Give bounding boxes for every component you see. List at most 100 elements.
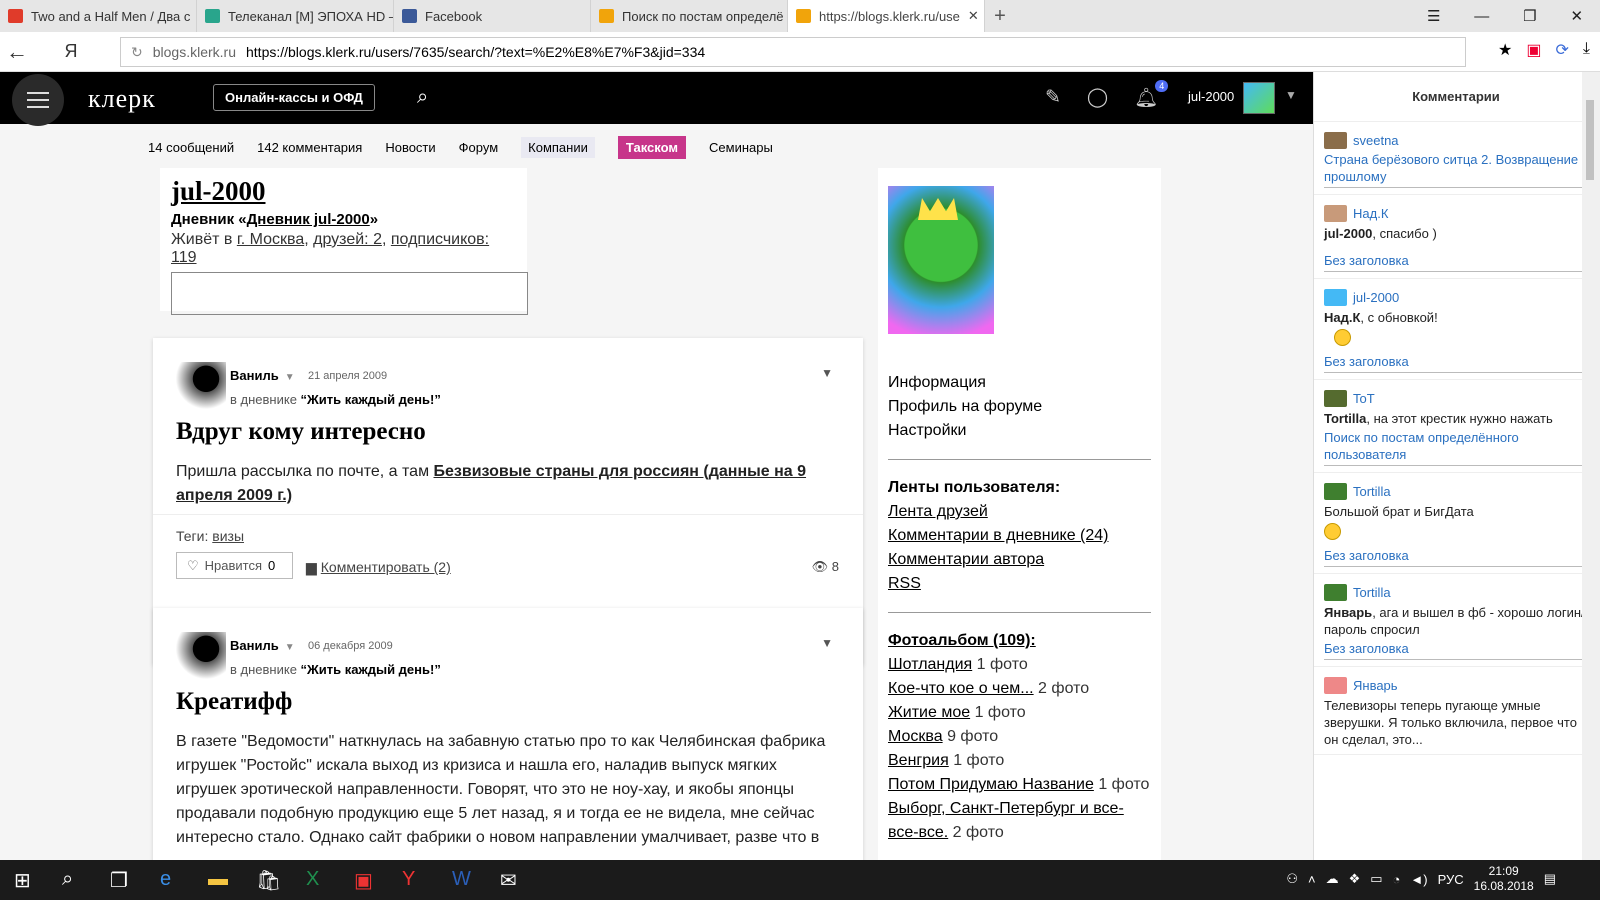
chevron-down-icon[interactable]: ▼ [1285,88,1297,102]
edge-icon[interactable]: e [160,868,171,891]
avatar[interactable] [1324,205,1347,222]
profile-photo[interactable] [888,186,994,334]
username[interactable]: jul-2000 [1188,89,1234,104]
chevron-up-icon[interactable]: ˄ [1308,872,1316,887]
post-menu-icon[interactable]: ▼ [821,366,833,380]
post-author[interactable]: Ваниль ▼ [230,368,295,383]
comment-user[interactable]: jul-2000 [1353,290,1399,305]
menu-icon[interactable]: ☰ [1427,7,1440,25]
clock[interactable]: 21:09 16.08.2018 [1474,864,1534,894]
minimize-icon[interactable]: — [1474,8,1489,25]
subnav-forum[interactable]: Форум [459,140,499,155]
chat-icon[interactable]: ◯ [1087,86,1108,110]
yandex-browser-icon[interactable]: Y [402,868,415,891]
windows-start-icon[interactable]: ⊞ [14,868,31,893]
subnav-taxcom[interactable]: Такском [617,136,687,159]
scrollbar-thumb[interactable] [1586,100,1594,180]
author-name[interactable]: Ваниль [230,368,279,383]
browser-tab[interactable]: Two and a Half Men / Два с [0,0,197,32]
sidebar-item-settings[interactable]: Настройки [888,419,1151,443]
excel-icon[interactable]: X [306,868,319,891]
browser-tab-active[interactable]: https://blogs.klerk.ru/use ✕ [788,0,985,32]
album-name[interactable]: Венгрия [888,752,949,769]
restore-icon[interactable]: ❐ [1523,7,1536,25]
subnav-companies[interactable]: Компании [521,137,595,158]
file-explorer-icon[interactable]: ▬ [208,868,228,891]
bell-icon[interactable]: 🔔︎ 4 [1134,80,1169,110]
feed-link[interactable]: Лента друзей [888,500,1151,524]
album-item[interactable]: Выборг, Санкт-Петербург и все-все-все. 2… [888,797,1151,845]
comment-link[interactable]: ▆ Комментировать (2) [306,559,451,576]
comment-post-link[interactable]: Без заголовка [1324,640,1588,660]
refresh-icon[interactable]: ↻ [131,44,143,61]
new-tab-button[interactable]: + [985,0,1015,32]
extension-icon[interactable]: ▣ [1526,40,1541,60]
avatar[interactable] [1324,584,1347,601]
feed-link-label[interactable]: Комментарии автора [888,551,1044,568]
album-item[interactable]: Кое-что кое о чем... 2 фото [888,677,1151,701]
gift-icon[interactable]: ▣ [354,868,373,893]
sidebar-item-forum-profile[interactable]: Профиль на форуме [888,395,1151,419]
album-name[interactable]: Потом Придумаю Название [888,776,1094,793]
sync-icon[interactable]: ⟳ [1556,40,1569,60]
album-name[interactable]: Шотландия [888,656,972,673]
browser-tab[interactable]: Facebook [394,0,591,32]
album-name[interactable]: Житие мое [888,704,970,721]
author-name[interactable]: Ваниль [230,638,279,653]
comment-user[interactable]: Январь [1353,678,1398,693]
feed-link[interactable]: Комментарии в дневнике (24) [888,524,1151,548]
comment-post-link[interactable]: Без заголовка [1324,353,1588,373]
chevron-down-icon[interactable]: ▼ [285,642,295,653]
profile-name[interactable]: jul-2000 [171,176,516,207]
store-icon[interactable]: 🛍︎ [256,868,281,893]
feed-link-label[interactable]: Лента друзей [888,503,988,520]
dropbox-icon[interactable]: ❖ [1349,871,1361,887]
mail-icon[interactable]: ✉ [500,868,517,893]
notification-center-icon[interactable]: ▤ [1544,871,1556,887]
scrollbar[interactable] [1582,72,1598,860]
city-link[interactable]: г. Москва [237,231,304,248]
chevron-down-icon[interactable]: ▼ [285,372,295,383]
album-item[interactable]: Москва 9 фото [888,725,1151,749]
word-icon[interactable]: W [452,868,471,891]
author-avatar[interactable] [176,632,226,680]
subnav-seminars[interactable]: Семинары [709,140,773,155]
profile-status-input[interactable] [171,272,528,315]
diary-link[interactable]: “Жить каждый день!” [301,392,441,407]
people-icon[interactable]: ⚇ [1286,871,1298,887]
avatar[interactable] [1324,483,1347,500]
friends-link[interactable]: друзей: 2 [313,231,382,248]
browser-tab[interactable]: Телеканал [M] ЭПОХА HD – [197,0,394,32]
avatar[interactable] [1324,289,1347,306]
like-button[interactable]: ♡ Нравится 0 [176,552,293,579]
site-logo[interactable]: клерк [88,84,156,114]
album-item[interactable]: Шотландия 1 фото [888,653,1151,677]
feed-link-label[interactable]: Комментарии в дневнике (24) [888,527,1108,544]
feed-link[interactable]: RSS [888,572,1151,596]
comment-post-link[interactable]: Страна берёзового ситца 2. Возвращение к… [1324,151,1588,188]
avatar[interactable] [1324,677,1347,694]
album-item[interactable]: Житие мое 1 фото [888,701,1151,725]
wifi-icon[interactable]: ◔ [1393,872,1401,887]
url-field[interactable]: ↻ blogs.klerk.ru https://blogs.klerk.ru/… [120,37,1466,67]
language-indicator[interactable]: РУС [1438,872,1464,887]
post-title[interactable]: Вдруг кому интересно [176,418,426,446]
album-name[interactable]: Москва [888,728,943,745]
task-view-icon[interactable]: ❐ [110,868,128,893]
album-name[interactable]: Кое-что кое о чем... [888,680,1034,697]
subnav-news[interactable]: Новости [385,140,435,155]
search-icon[interactable]: ⌕ [62,868,73,891]
avatar[interactable] [1324,132,1347,149]
author-avatar[interactable] [176,362,226,410]
comment-post-link[interactable]: Поиск по постам определённого пользовате… [1324,429,1588,466]
cloud-icon[interactable]: ☁ [1326,871,1339,887]
subnav-messages[interactable]: 14 сообщений [148,140,234,155]
album-title-label[interactable]: Фотоальбом (109): [888,632,1036,649]
hamburger-menu-icon[interactable] [12,74,64,126]
comment-user[interactable]: Над.К [1353,206,1388,221]
post-author[interactable]: Ваниль ▼ [230,638,295,653]
search-icon[interactable]: ⌕ [417,86,428,109]
user-avatar[interactable] [1243,82,1275,114]
browser-tab[interactable]: Поиск по постам определё [591,0,788,32]
back-icon[interactable]: ← [0,39,34,65]
